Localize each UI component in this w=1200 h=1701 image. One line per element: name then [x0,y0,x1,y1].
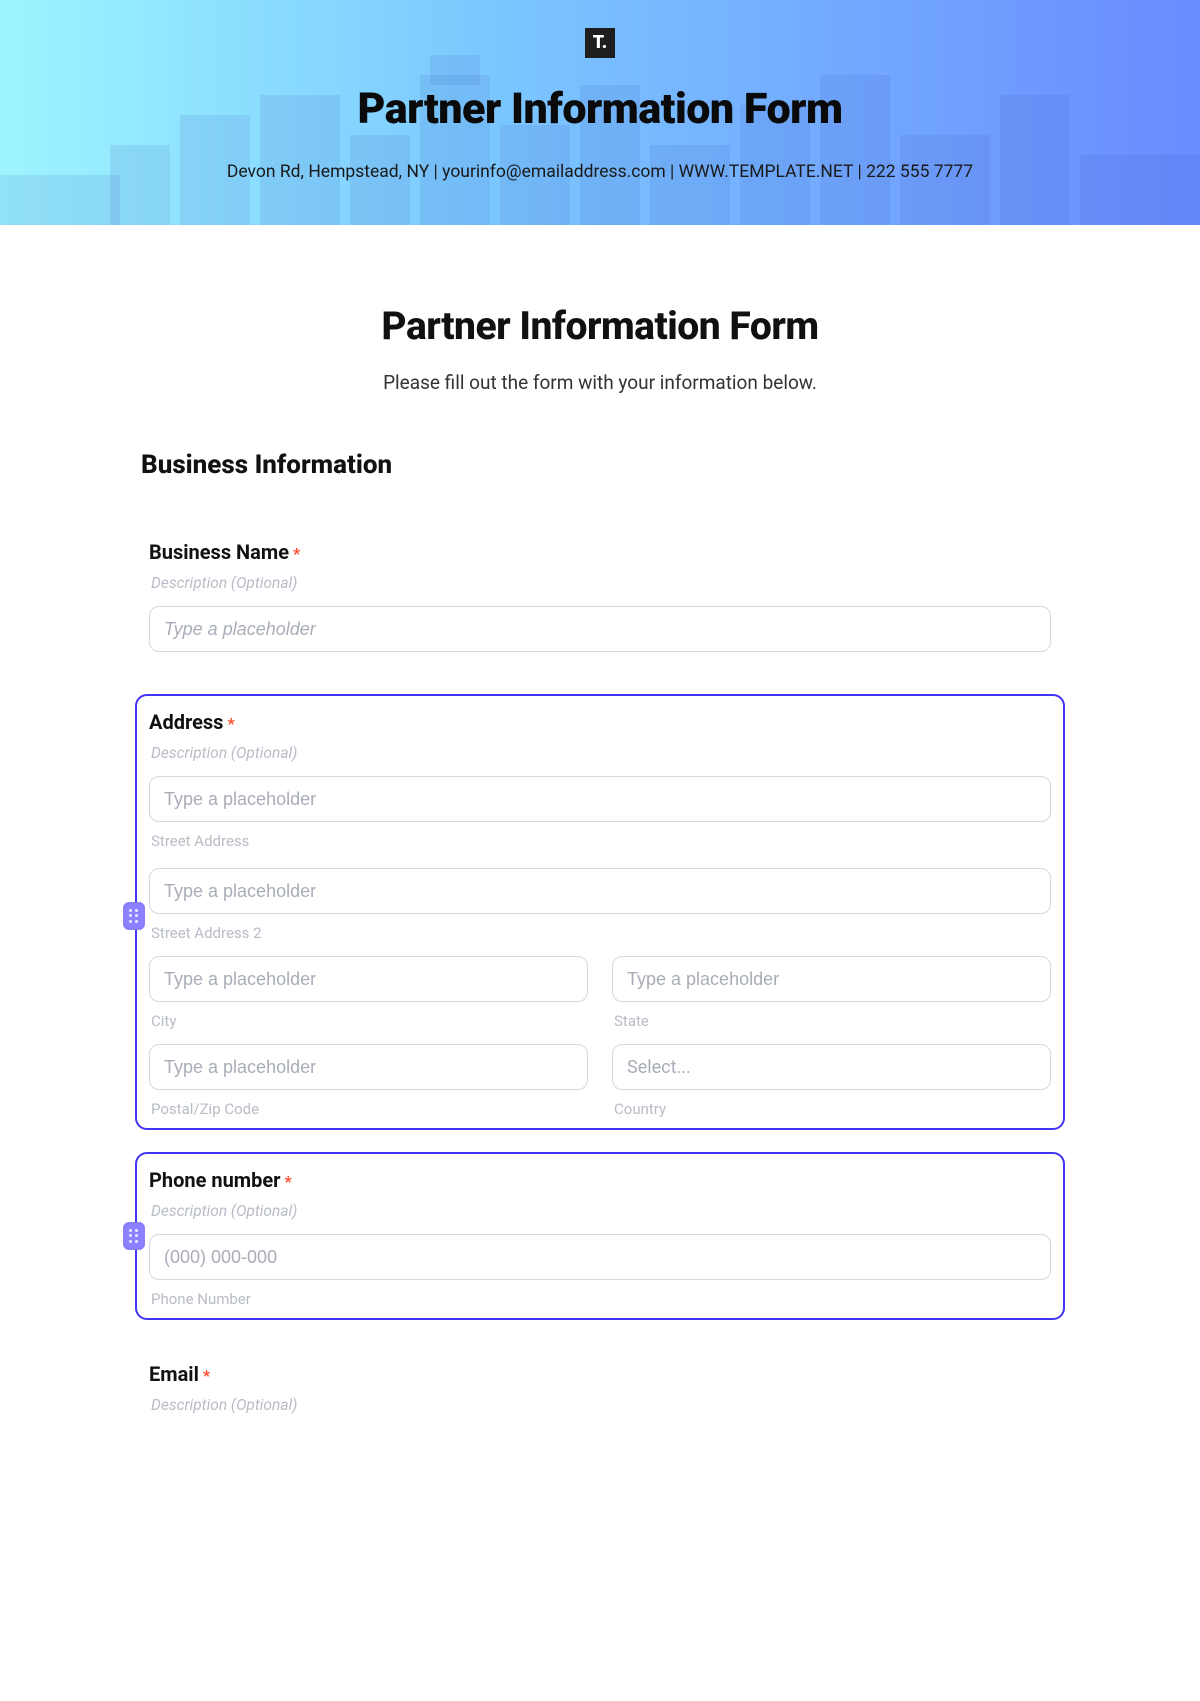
street-address-2-sublabel: Street Address 2 [151,924,1051,942]
postal-code-sublabel: Postal/Zip Code [151,1100,588,1118]
city-sublabel: City [151,1012,588,1030]
brand-logo: T. [585,28,615,58]
banner: T. Partner Information Form Devon Rd, He… [0,0,1200,225]
field-email[interactable]: Email* Description (Optional) [135,1346,1065,1426]
banner-title: Partner Information Form [0,84,1200,134]
section-heading-business: Business Information [141,450,1065,480]
street-address-input[interactable] [149,776,1051,822]
drag-handle-icon[interactable] [123,1222,145,1250]
city-input[interactable] [149,956,588,1002]
business-name-input[interactable] [149,606,1051,652]
address-description[interactable]: Description (Optional) [151,744,1051,762]
state-sublabel: State [614,1012,1051,1030]
business-name-label: Business Name [149,540,289,564]
field-address[interactable]: Address* Description (Optional) Street A… [135,694,1065,1130]
form-subtitle: Please fill out the form with your infor… [135,371,1065,394]
form-page: Partner Information Form Please fill out… [135,225,1065,1426]
required-mark: * [203,1366,210,1385]
banner-subtitle: Devon Rd, Hempstead, NY | yourinfo@email… [0,162,1200,182]
phone-number-sublabel: Phone Number [151,1290,1051,1308]
required-mark: * [284,1172,291,1191]
required-mark: * [293,544,300,563]
required-mark: * [227,714,234,733]
state-input[interactable] [612,956,1051,1002]
phone-number-input[interactable] [149,1234,1051,1280]
country-sublabel: Country [614,1100,1051,1118]
field-business-name[interactable]: Business Name* Description (Optional) [135,524,1065,664]
address-label: Address [149,710,223,734]
email-label: Email [149,1362,199,1386]
postal-code-input[interactable] [149,1044,588,1090]
phone-number-description[interactable]: Description (Optional) [151,1202,1051,1220]
street-address-sublabel: Street Address [151,832,1051,850]
phone-number-label: Phone number [149,1168,280,1192]
field-phone-number[interactable]: Phone number* Description (Optional) Pho… [135,1152,1065,1320]
business-name-description[interactable]: Description (Optional) [151,574,1051,592]
country-select[interactable]: Select... [612,1044,1051,1090]
email-description[interactable]: Description (Optional) [151,1396,1051,1414]
street-address-2-input[interactable] [149,868,1051,914]
drag-handle-icon[interactable] [123,902,145,930]
form-title: Partner Information Form [135,303,1065,349]
